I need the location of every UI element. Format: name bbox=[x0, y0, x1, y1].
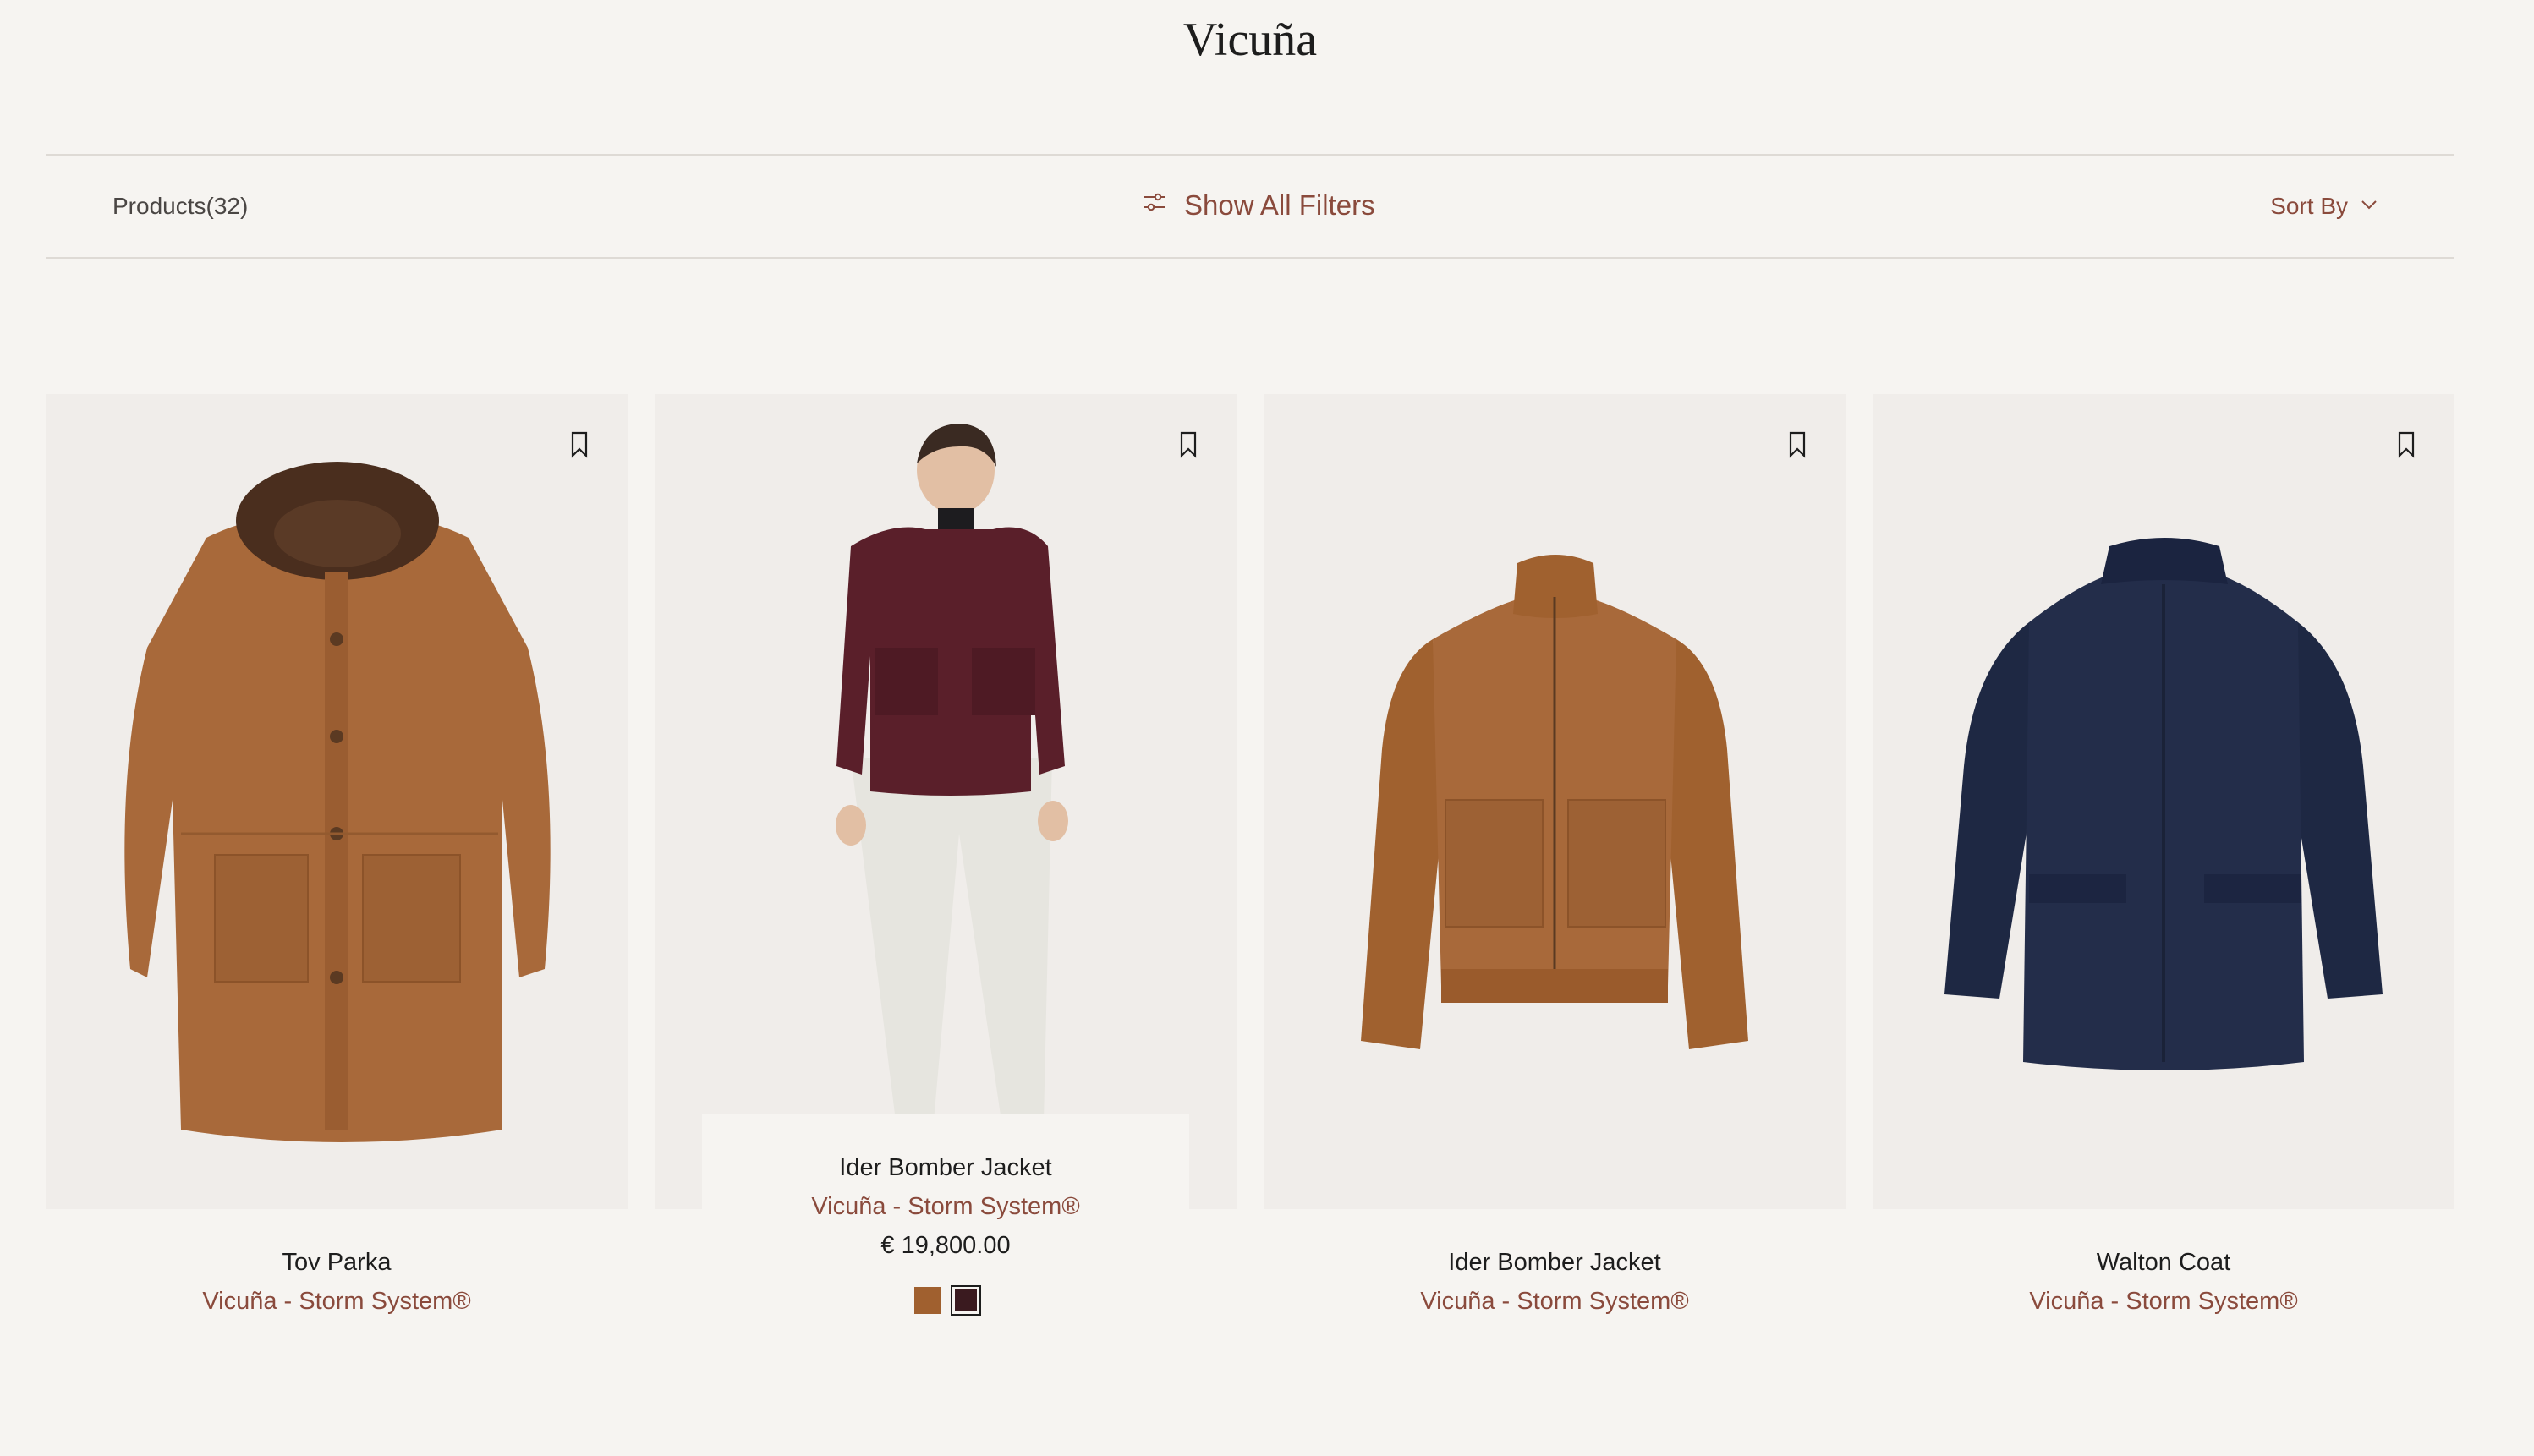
coat-image bbox=[1944, 538, 2383, 1070]
sliders-icon bbox=[1142, 184, 1167, 227]
wishlist-button[interactable] bbox=[1174, 428, 1203, 462]
product-info: Walton Coat Vicuña - Storm System® bbox=[1873, 1243, 2454, 1321]
product-price: € 19,800.00 bbox=[880, 1232, 1011, 1259]
product-name[interactable]: Tov Parka bbox=[46, 1243, 628, 1282]
product-info: Tov Parka Vicuña - Storm System® bbox=[46, 1243, 628, 1321]
product-card[interactable]: Tov Parka Vicuña - Storm System® bbox=[46, 394, 628, 1358]
product-image[interactable] bbox=[655, 394, 1237, 1209]
product-grid: Tov Parka Vicuña - Storm System® Ider Bo… bbox=[46, 394, 2454, 1358]
product-name[interactable]: Walton Coat bbox=[1873, 1243, 2454, 1282]
page-title: Vicuña bbox=[1182, 14, 1318, 66]
parka-image bbox=[124, 462, 551, 1142]
bookmark-icon bbox=[1180, 431, 1197, 458]
bomber-image bbox=[1361, 555, 1748, 1049]
bookmark-icon bbox=[2398, 431, 2415, 458]
product-image[interactable] bbox=[1264, 394, 1846, 1209]
show-all-filters-button[interactable]: Show All Filters bbox=[1142, 184, 1375, 227]
product-material: Vicuña - Storm System® bbox=[202, 1288, 471, 1315]
product-card[interactable]: Walton Coat Vicuña - Storm System® bbox=[1873, 394, 2454, 1358]
show-all-filters-label: Show All Filters bbox=[1184, 189, 1375, 221]
color-swatch-burgundy[interactable] bbox=[951, 1285, 981, 1316]
sort-by-label: Sort By bbox=[2270, 193, 2348, 219]
bookmark-icon bbox=[1789, 431, 1806, 458]
product-image[interactable] bbox=[1873, 394, 2454, 1209]
product-info: Ider Bomber Jacket Vicuña - Storm System… bbox=[1264, 1243, 1846, 1321]
bookmark-icon bbox=[571, 431, 588, 458]
color-swatches bbox=[655, 1285, 1237, 1316]
wishlist-button[interactable] bbox=[2392, 428, 2421, 462]
chevron-down-icon bbox=[2360, 188, 2378, 225]
product-material: Vicuña - Storm System® bbox=[2029, 1288, 2298, 1315]
product-card[interactable]: Ider Bomber Jacket Vicuña - Storm System… bbox=[655, 394, 1237, 1358]
model-image bbox=[836, 424, 1068, 1133]
color-swatch-tan[interactable] bbox=[914, 1287, 941, 1314]
product-name[interactable]: Ider Bomber Jacket bbox=[655, 1148, 1237, 1187]
toolbar: Products(32) Show All Filters Sort By bbox=[46, 154, 2454, 259]
product-card[interactable]: Ider Bomber Jacket Vicuña - Storm System… bbox=[1264, 394, 1846, 1358]
product-material: Vicuña - Storm System® bbox=[811, 1193, 1080, 1220]
page: Vicuña Products(32) Show All Filters Sor… bbox=[0, 0, 2534, 1456]
products-count: Products(32) bbox=[112, 193, 249, 219]
product-info: Ider Bomber Jacket Vicuña - Storm System… bbox=[655, 1148, 1237, 1316]
wishlist-button[interactable] bbox=[1783, 428, 1812, 462]
product-material: Vicuña - Storm System® bbox=[1420, 1288, 1689, 1315]
product-name[interactable]: Ider Bomber Jacket bbox=[1264, 1243, 1846, 1282]
sort-by-dropdown[interactable]: Sort By bbox=[2270, 188, 2378, 225]
wishlist-button[interactable] bbox=[565, 428, 594, 462]
product-image[interactable] bbox=[46, 394, 628, 1209]
